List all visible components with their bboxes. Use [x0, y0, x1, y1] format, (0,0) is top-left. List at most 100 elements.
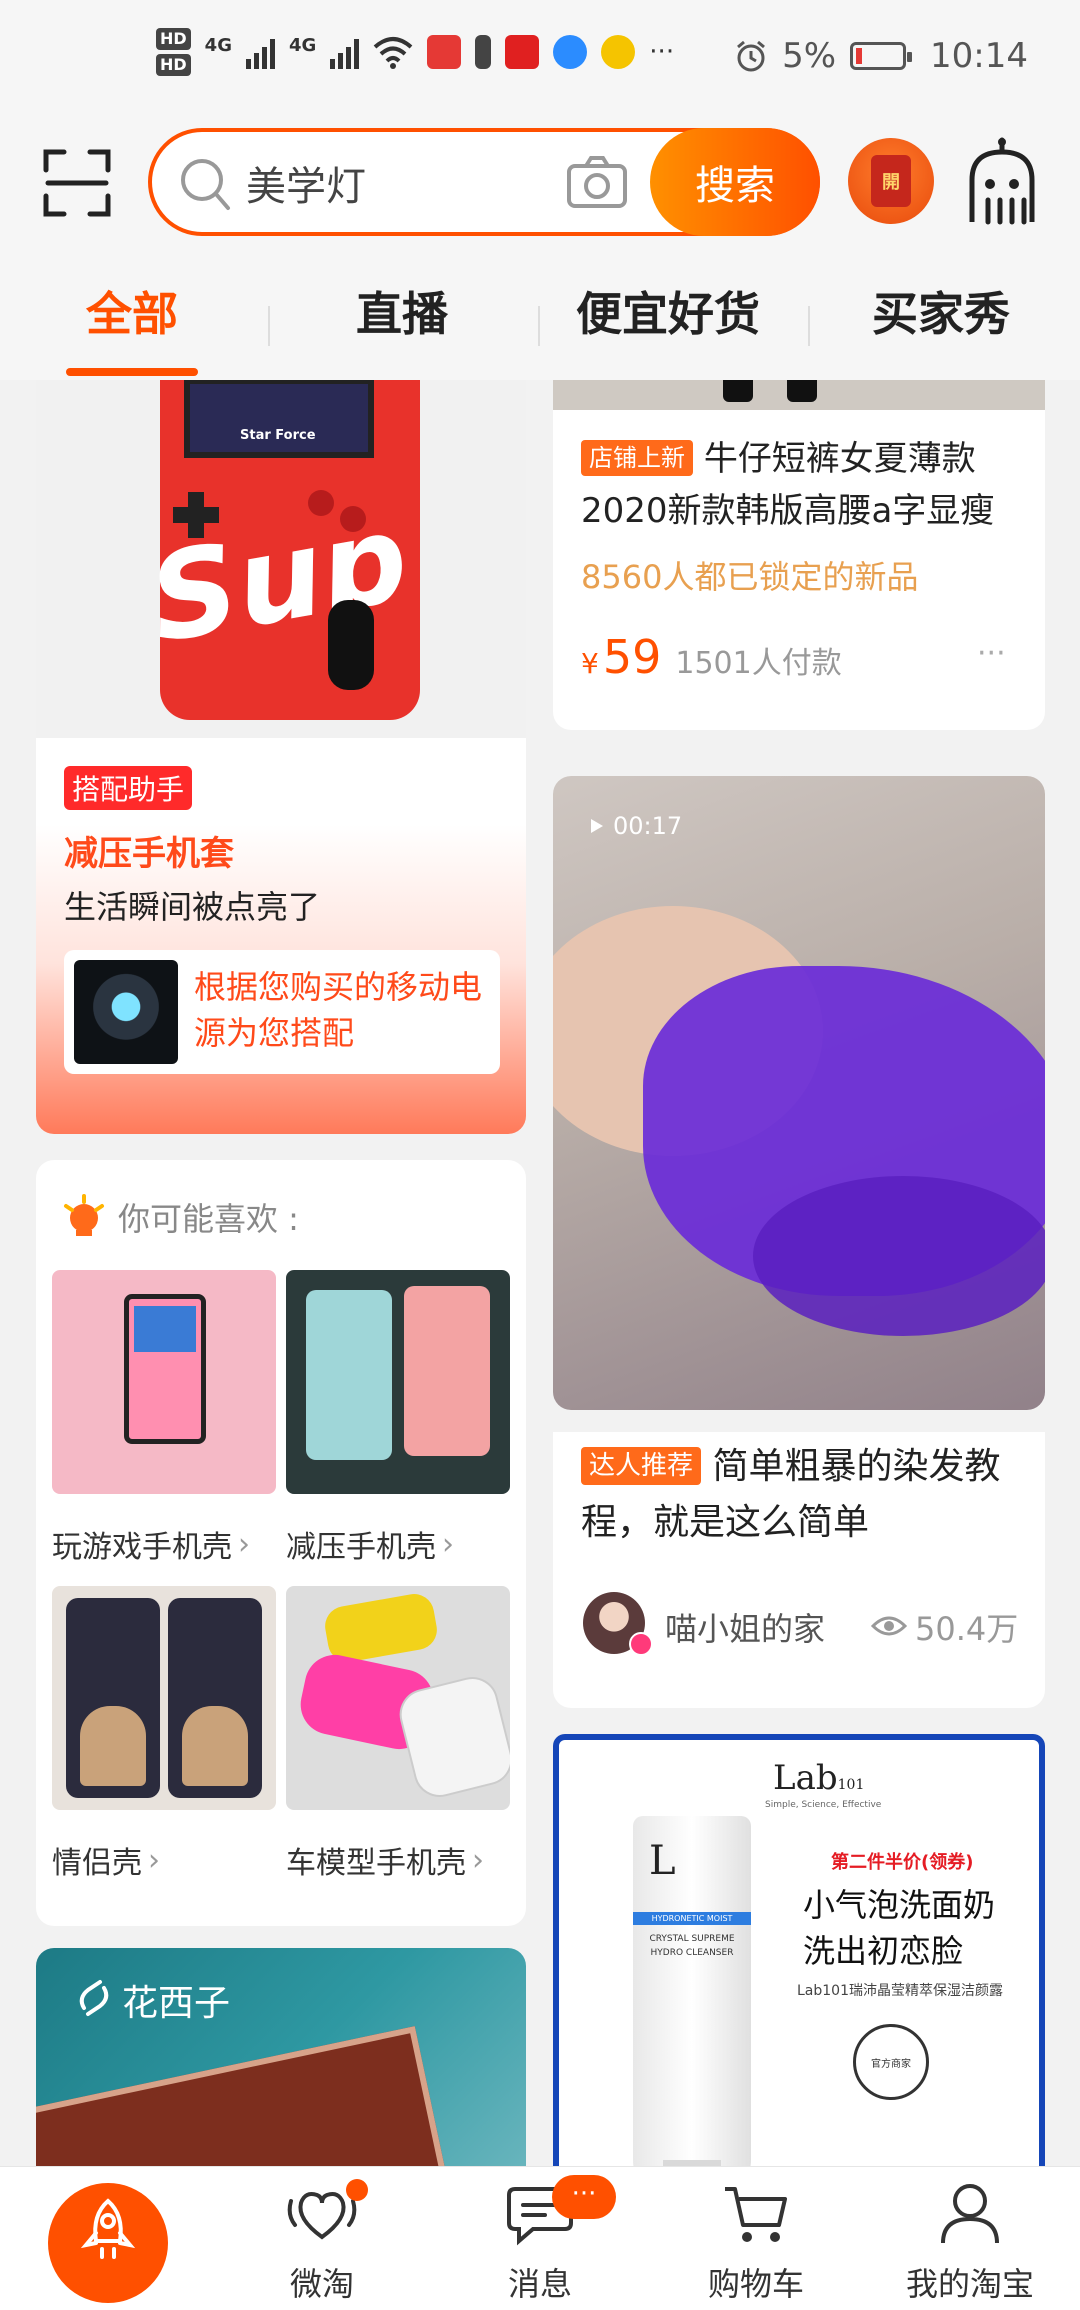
nav-weitao[interactable]: 微淘: [222, 2167, 422, 2310]
product-card[interactable]: 店铺上新 牛仔短裤女夏薄款2020新款韩版高腰a字显瘦 8560人都已锁定的新品…: [553, 380, 1045, 730]
card-subtitle: 生活瞬间被点亮了: [64, 888, 321, 926]
red-packet-icon[interactable]: 開: [848, 138, 934, 224]
product-image: Star Force Sup: [36, 380, 526, 738]
status-bar: HD HD 4G 4G ··· 5% 10:14: [0, 0, 1080, 120]
nav-label: 我的淘宝: [905, 2265, 1034, 2303]
clock: 10:14: [930, 36, 1028, 76]
ad-card[interactable]: Lab101 Simple, Science, Effective L HYDR…: [553, 1734, 1045, 2166]
tab-all[interactable]: 全部: [86, 278, 178, 344]
tab-live[interactable]: 直播: [356, 278, 448, 344]
author-name[interactable]: 喵小姐的家: [665, 1604, 825, 1650]
app-notification-icon: [505, 35, 540, 69]
badge-match-helper: 搭配助手: [64, 766, 193, 810]
active-tab-indicator: [66, 368, 198, 376]
camera-icon[interactable]: [566, 154, 628, 210]
app-notification-icon: [553, 35, 588, 69]
ad-tagline: Simple, Science, Effective: [765, 1800, 882, 1810]
battery-percent: 5%: [782, 36, 837, 76]
item-label: 减压手机壳: [286, 1530, 436, 1565]
item-image: [286, 1586, 510, 1810]
brand-logo-icon: [79, 1980, 109, 2016]
video-info[interactable]: 达人推荐 简单粗暴的染发教程，就是这么简单 喵小姐的家 50.4万: [553, 1432, 1045, 1708]
nav-cart[interactable]: 购物车: [656, 2167, 856, 2310]
product-tube: L HYDRONETIC MOIST CRYSTAL SUPREME HYDRO…: [633, 1816, 751, 2166]
item-label: 车模型手机壳: [286, 1846, 466, 1881]
brand-name: 花西子: [122, 1983, 231, 2024]
message-badge: ···: [552, 2175, 616, 2219]
recommend-item[interactable]: 情侣壳 ›: [52, 1586, 276, 1902]
nav-my-taobao[interactable]: 我的淘宝: [870, 2167, 1070, 2310]
play-icon: [591, 819, 603, 833]
alarm-icon: [737, 40, 766, 72]
item-image: [52, 1586, 276, 1810]
card-title: 减压手机套: [64, 834, 234, 874]
ad-brand: Lab101: [773, 1758, 865, 1798]
expert-pick-tag: 达人推荐: [581, 1447, 702, 1485]
promo-label: 第二件半价(领券): [831, 1852, 974, 1873]
robot-assistant-icon[interactable]: [962, 136, 1042, 228]
nav-label: 消息: [507, 2265, 572, 2303]
recommend-card: 你可能喜欢 : 玩游戏手机壳 › 减压手机壳 › 情侣壳 › 车模型手机壳 ›: [36, 1160, 526, 1926]
bulb-icon: [64, 1194, 104, 1236]
bottom-nav: 微淘 ··· 消息 购物车 我的淘宝: [0, 2166, 1080, 2310]
weibo-icon: [601, 35, 636, 69]
nav-label: 购物车: [707, 2265, 804, 2303]
feed[interactable]: Star Force Sup 搭配助手 减压手机套 生活瞬间被点亮了 根据您购买…: [0, 380, 1080, 2166]
powerbank-thumbnail: [74, 960, 178, 1064]
new-arrival-tag: 店铺上新: [581, 440, 693, 476]
phone-case-card[interactable]: Star Force Sup 搭配助手 减压手机套 生活瞬间被点亮了 根据您购买…: [36, 380, 526, 1134]
scan-icon[interactable]: [42, 148, 112, 218]
red-packet-label: 開: [882, 172, 900, 193]
video-duration: 00:17: [589, 812, 682, 840]
item-label: 玩游戏手机壳: [52, 1530, 232, 1565]
battery-warning-icon: [475, 35, 492, 69]
search-input[interactable]: 美学灯: [246, 154, 366, 212]
hd-indicator: HD HD: [156, 28, 191, 76]
price-symbol: ¥: [581, 647, 599, 680]
search-bar[interactable]: 美学灯 搜索: [148, 128, 820, 236]
sales-count: 1501人付款: [675, 646, 842, 681]
wifi-icon: [373, 37, 413, 69]
product-price: 59: [602, 630, 662, 684]
nav-home[interactable]: [8, 2167, 208, 2310]
search-button[interactable]: 搜索: [650, 128, 820, 236]
video-thumbnail: [553, 776, 1045, 1410]
more-notifications: ···: [649, 37, 675, 67]
match-suggestion[interactable]: 根据您购买的移动电源为您搭配: [64, 950, 500, 1074]
tab-buyer-show[interactable]: 买家秀: [872, 278, 1010, 344]
signal-icon: [245, 35, 275, 69]
item-image: [286, 1270, 510, 1494]
network-type-1: 4G: [204, 34, 232, 56]
search-icon: [181, 159, 230, 210]
recommend-item[interactable]: 车模型手机壳 ›: [286, 1586, 510, 1902]
chevron-right-icon: ›: [472, 1842, 484, 1878]
view-count: 50.4万: [915, 1610, 1019, 1648]
nav-label: 微淘: [289, 2265, 354, 2303]
ad-headline-2: 洗出初恋脸: [803, 1932, 964, 1970]
header: 美学灯 搜索 開 全部 直播 便宜好货 买家秀: [0, 120, 1080, 380]
verified-badge: [629, 1632, 653, 1656]
rocket-icon: [48, 2183, 168, 2303]
recommend-heading: 你可能喜欢 :: [118, 1200, 299, 1238]
product-highlight: 8560人都已锁定的新品: [581, 558, 919, 596]
official-seal-icon: 官方商家: [853, 2024, 929, 2100]
chevron-right-icon: ›: [148, 1842, 160, 1878]
ad-headline-1: 小气泡洗面奶: [803, 1886, 996, 1924]
brand-card[interactable]: 花西子: [36, 1948, 526, 2166]
eye-icon: [871, 1616, 907, 1636]
product-image: [553, 380, 1045, 410]
suggestion-text: 根据您购买的移动电源为您搭配: [194, 968, 483, 1052]
screen-caption: Star Force: [240, 428, 316, 443]
nav-messages[interactable]: ··· 消息: [440, 2167, 640, 2310]
recommend-item[interactable]: 玩游戏手机壳 ›: [52, 1270, 276, 1586]
video-card[interactable]: 00:17: [553, 776, 1045, 1410]
item-image: [52, 1270, 276, 1494]
item-label: 情侣壳: [52, 1846, 142, 1881]
cart-icon: [725, 2187, 787, 2242]
recommend-item[interactable]: 减压手机壳 ›: [286, 1270, 510, 1586]
network-type-2: 4G: [288, 34, 317, 56]
ad-description: Lab101瑞沛晶莹精萃保湿洁颜露: [797, 1983, 1003, 1999]
signal-icon: [330, 35, 360, 69]
more-options-icon[interactable]: ···: [977, 636, 1006, 671]
tab-bargains[interactable]: 便宜好货: [576, 278, 760, 344]
